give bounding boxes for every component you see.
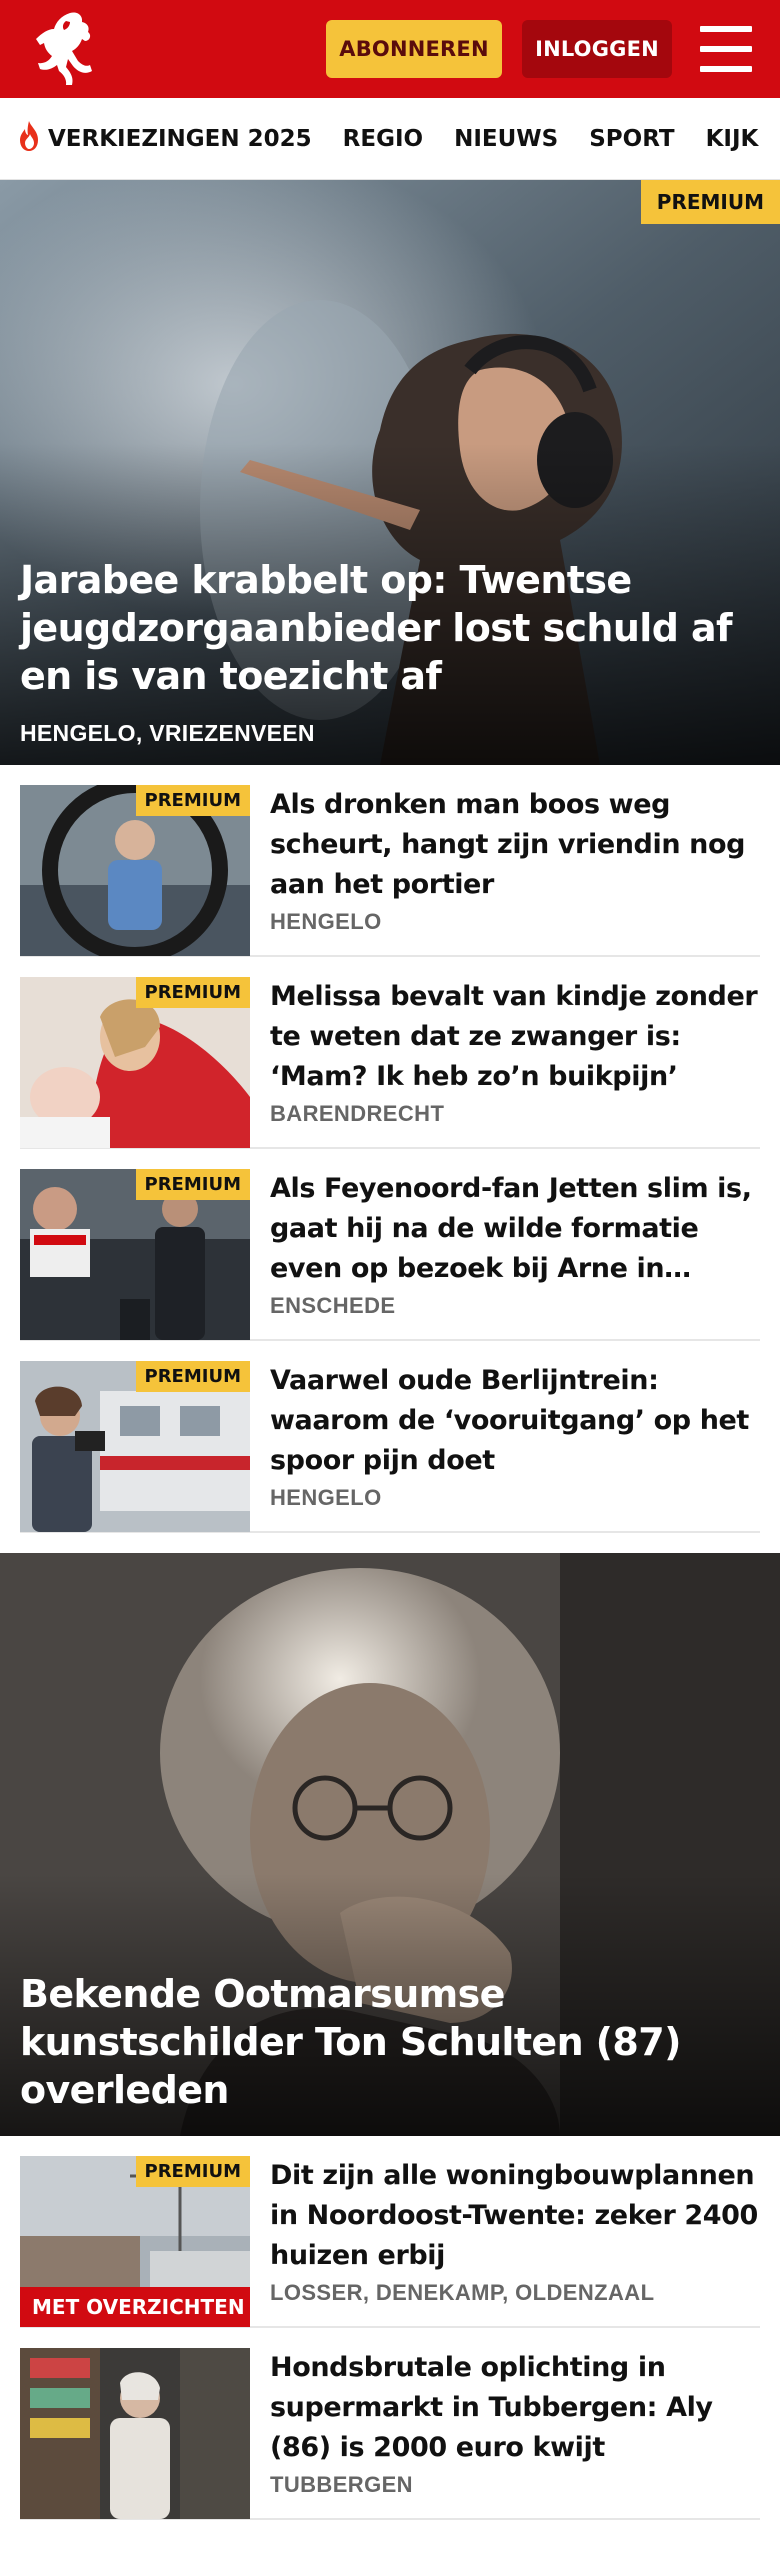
premium-badge: PREMIUM <box>135 1169 250 1200</box>
nav-item-nieuws[interactable]: NIEUWS <box>454 126 558 152</box>
premium-badge: PREMIUM <box>135 1361 250 1392</box>
premium-badge: PREMIUM <box>640 180 780 224</box>
article-thumbnail <box>20 2348 250 2519</box>
flame-icon <box>16 120 42 158</box>
list-item[interactable]: Hondsbrutale oplichting in supermarkt in… <box>20 2328 760 2520</box>
nav-item-sport[interactable]: SPORT <box>589 126 674 152</box>
list-item[interactable]: PREMIUM Melissa bevalt van kindje zonder… <box>20 957 760 1149</box>
hero-location: HENGELO, VRIEZENVEEN <box>20 720 315 746</box>
list-item[interactable]: PREMIUM Als Feyenoord-fan Jetten slim is… <box>20 1149 760 1341</box>
subscribe-button[interactable]: ABONNEREN <box>326 20 502 78</box>
list-item[interactable]: PREMIUM MET OVERZICHTEN Dit zijn alle wo… <box>20 2136 760 2328</box>
article-list: PREMIUM Als dronken man boos weg scheurt… <box>0 765 780 1533</box>
article-title[interactable]: Als Feyenoord-fan Jetten slim is, gaat h… <box>270 1169 760 1289</box>
article-title[interactable]: Dit zijn alle woningbouwplannen in Noord… <box>270 2156 760 2276</box>
nav-item-kijk[interactable]: KIJK <box>706 126 759 152</box>
article-location: BARENDRECHT <box>270 1101 445 1126</box>
hero-article-jarabee[interactable]: PREMIUM Jarabee krabbelt op: Twentse jeu… <box>0 180 780 765</box>
article-location: LOSSER, DENEKAMP, OLDENZAAL <box>270 2280 655 2305</box>
article-location: HENGELO <box>270 909 382 934</box>
article-thumbnail: PREMIUM MET OVERZICHTEN <box>20 2156 250 2327</box>
article-thumbnail: PREMIUM <box>20 1169 250 1340</box>
article-location: HENGELO <box>270 1485 382 1510</box>
hero-article-ton-schulten[interactable]: Bekende Ootmarsumse kunstschilder Ton Sc… <box>0 1553 780 2136</box>
premium-badge: PREMIUM <box>135 785 250 816</box>
article-location: ENSCHEDE <box>270 1293 396 1318</box>
menu-icon[interactable] <box>700 26 752 72</box>
article-list: PREMIUM MET OVERZICHTEN Dit zijn alle wo… <box>0 2136 780 2520</box>
premium-badge: PREMIUM <box>135 977 250 1008</box>
login-button[interactable]: INLOGGEN <box>522 20 672 78</box>
nav-item-verkiezingen[interactable]: VERKIEZINGEN 2025 <box>16 120 312 158</box>
article-thumbnail: PREMIUM <box>20 977 250 1148</box>
article-title[interactable]: Hondsbrutale oplichting in supermarkt in… <box>270 2348 760 2468</box>
nav-item-regio[interactable]: REGIO <box>343 126 423 152</box>
top-bar: ABONNEREN INLOGGEN <box>0 0 780 98</box>
hero-title[interactable]: Jarabee krabbelt op: Twentse jeugdzorgaa… <box>20 556 760 700</box>
list-item[interactable]: PREMIUM Vaarwel oude Berlijntrein: waaro… <box>20 1341 760 1533</box>
tubantia-horse-logo[interactable] <box>30 9 110 89</box>
article-title[interactable]: Vaarwel oude Berlijntrein: waarom de ‘vo… <box>270 1361 760 1481</box>
hero-title[interactable]: Bekende Ootmarsumse kunstschilder Ton Sc… <box>20 1970 760 2114</box>
list-item[interactable]: PREMIUM Als dronken man boos weg scheurt… <box>20 765 760 957</box>
section-nav: VERKIEZINGEN 2025 REGIO NIEUWS SPORT KIJ… <box>0 98 780 180</box>
nav-label: VERKIEZINGEN 2025 <box>48 125 312 152</box>
article-thumbnail: PREMIUM <box>20 1361 250 1532</box>
premium-badge: PREMIUM <box>135 2156 250 2187</box>
article-title[interactable]: Als dronken man boos weg scheurt, hangt … <box>270 785 760 905</box>
article-title[interactable]: Melissa bevalt van kindje zonder te wete… <box>270 977 760 1097</box>
overviews-badge: MET OVERZICHTEN <box>20 2287 250 2327</box>
article-location: TUBBERGEN <box>270 2472 413 2497</box>
article-thumbnail: PREMIUM <box>20 785 250 956</box>
